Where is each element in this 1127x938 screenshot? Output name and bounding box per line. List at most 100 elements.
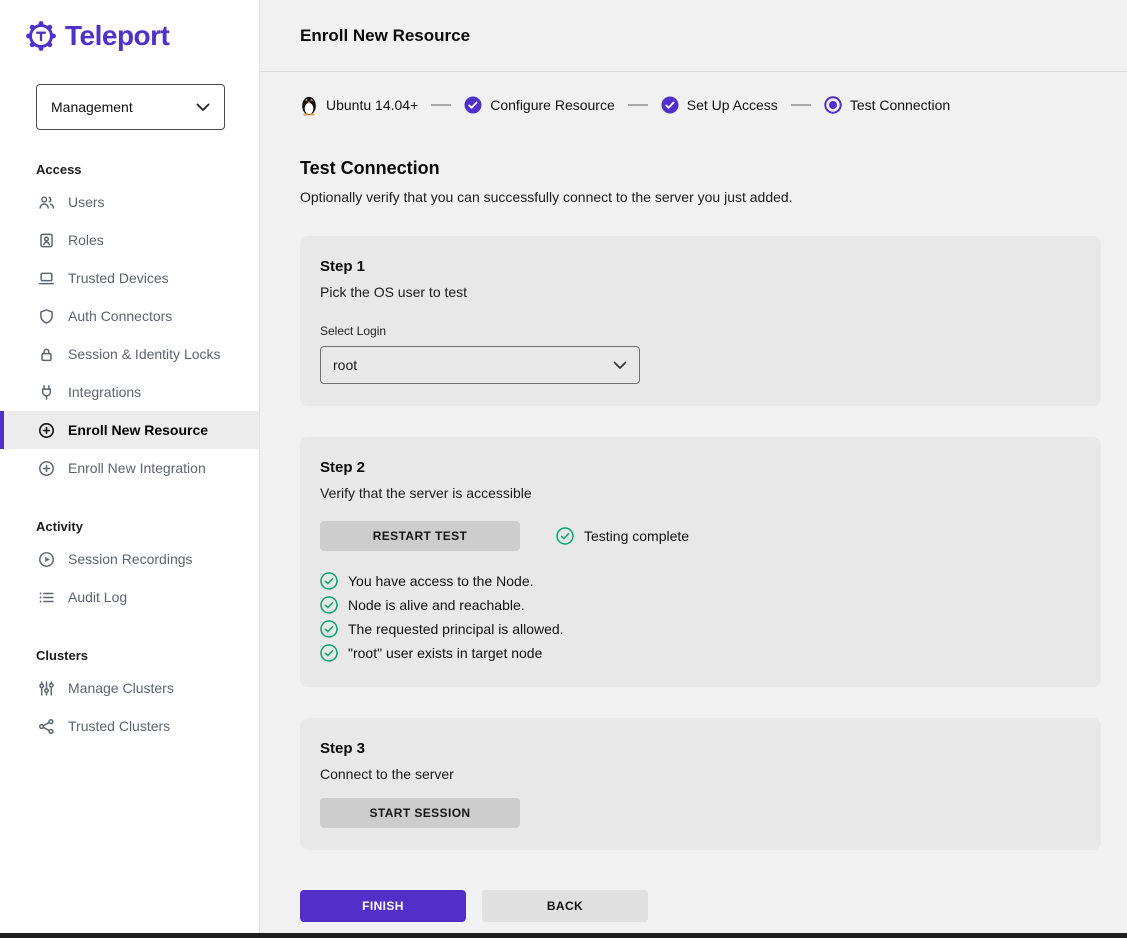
stepper-step-configure-resource: Configure Resource [464,96,615,114]
check-item-label: "root" user exists in target node [348,645,542,661]
step2-card: Step 2 Verify that the server is accessi… [300,437,1101,687]
sidebar-item-label: Audit Log [68,589,127,605]
step2-description: Verify that the server is accessible [320,485,1081,501]
check-item: Node is alive and reachable. [320,593,1081,617]
stepper-connector [628,104,648,106]
sidebar-item-session-recordings[interactable]: Session Recordings [0,540,259,578]
main-panel: Enroll New Resource Ubuntu 14.04+ [260,0,1127,938]
check-item: You have access to the Node. [320,569,1081,593]
section-title-clusters: Clusters [0,648,259,663]
current-step-icon [824,96,842,114]
sidebar-item-label: Session Recordings [68,551,193,567]
page-subtitle: Optionally verify that you can successfu… [300,189,1101,205]
success-check-icon [320,572,338,590]
sidebar-item-trusted-clusters[interactable]: Trusted Clusters [0,707,259,745]
sidebar-item-label: Manage Clusters [68,680,174,696]
step1-title: Step 1 [320,258,1081,275]
select-login-label: Select Login [320,324,1081,338]
resource-os: Ubuntu 14.04+ [300,94,418,116]
stepper-step-test-connection: Test Connection [824,96,950,114]
check-item-label: The requested principal is allowed. [348,621,564,637]
sidebar-item-label: Trusted Clusters [68,718,170,734]
finish-button[interactable]: FINISH [300,890,466,922]
stepper-step-label: Configure Resource [490,97,615,113]
management-dropdown[interactable]: Management [36,84,225,130]
success-check-icon [556,527,574,545]
teleport-logo-icon [26,21,56,51]
sidebar-item-enroll-new-integration[interactable]: Enroll New Integration [0,449,259,487]
back-button[interactable]: BACK [482,890,648,922]
testing-status: Testing complete [556,527,689,545]
sidebar-item-manage-clusters[interactable]: Manage Clusters [0,669,259,707]
activity-nav: Session Recordings Audit Log [0,540,259,616]
sidebar-item-label: Users [68,194,105,210]
step1-card: Step 1 Pick the OS user to test Select L… [300,236,1101,406]
check-item-label: You have access to the Node. [348,573,534,589]
sidebar-item-integrations[interactable]: Integrations [0,373,259,411]
restart-test-button[interactable]: RESTART TEST [320,521,520,551]
sidebar-item-label: Enroll New Resource [68,422,208,438]
stepper-step-label: Test Connection [850,97,950,113]
access-nav: Users Roles Trusted Devices Auth Connect… [0,183,259,487]
sidebar-item-label: Trusted Devices [68,270,169,286]
check-list: You have access to the Node. Node is ali… [320,569,1081,665]
plus-circle-icon [38,460,55,477]
sidebar-item-auth-connectors[interactable]: Auth Connectors [0,297,259,335]
enroll-stepper: Ubuntu 14.04+ Configure Resource Set Up … [300,94,1101,116]
sidebar-item-audit-log[interactable]: Audit Log [0,578,259,616]
bottom-edge-bar [0,933,1127,938]
sidebar-item-label: Enroll New Integration [68,460,206,476]
step3-title: Step 3 [320,740,1081,757]
step3-card: Step 3 Connect to the server START SESSI… [300,718,1101,850]
play-circle-icon [38,551,55,568]
linux-penguin-icon [300,94,318,116]
laptop-icon [38,270,55,287]
check-circle-icon [464,96,482,114]
step2-title: Step 2 [320,459,1081,476]
chevron-down-icon [613,361,627,370]
sidebar-item-session-identity-locks[interactable]: Session & Identity Locks [0,335,259,373]
sidebar-item-label: Roles [68,232,104,248]
page-title: Test Connection [300,158,1101,179]
stepper-connector [791,104,811,106]
check-circle-icon [661,96,679,114]
step3-description: Connect to the server [320,766,1081,782]
check-item: The requested principal is allowed. [320,617,1081,641]
sidebar: Teleport Management Access Users Roles T… [0,0,260,938]
plus-circle-icon [38,422,55,439]
main-header: Enroll New Resource [260,0,1127,72]
stepper-step-label: Set Up Access [687,97,778,113]
teleport-logo[interactable]: Teleport [0,0,259,52]
sidebar-item-enroll-new-resource[interactable]: Enroll New Resource [0,411,259,449]
section-title-activity: Activity [0,519,259,534]
start-session-button[interactable]: START SESSION [320,798,520,828]
sidebar-item-label: Session & Identity Locks [68,346,221,362]
sidebar-item-roles[interactable]: Roles [0,221,259,259]
login-select-value: root [333,357,357,373]
list-icon [38,589,55,606]
stepper-connector [431,104,451,106]
logo-text: Teleport [65,20,169,52]
lock-icon [38,346,55,363]
sidebar-item-trusted-devices[interactable]: Trusted Devices [0,259,259,297]
sidebar-item-label: Auth Connectors [68,308,172,324]
success-check-icon [320,644,338,662]
sidebar-item-label: Integrations [68,384,141,400]
management-dropdown-value: Management [51,99,133,115]
page-header-title: Enroll New Resource [300,26,470,46]
resource-os-label: Ubuntu 14.04+ [326,97,418,113]
success-check-icon [320,620,338,638]
users-icon [38,194,55,211]
content: Ubuntu 14.04+ Configure Resource Set Up … [260,72,1127,922]
wizard-footer: FINISH BACK [300,890,1101,922]
check-item-label: Node is alive and reachable. [348,597,525,613]
sidebar-item-users[interactable]: Users [0,183,259,221]
stepper-step-set-up-access: Set Up Access [661,96,778,114]
sliders-icon [38,680,55,697]
check-item: "root" user exists in target node [320,641,1081,665]
shield-icon [38,308,55,325]
success-check-icon [320,596,338,614]
step1-description: Pick the OS user to test [320,284,1081,300]
login-select[interactable]: root [320,346,640,384]
plug-icon [38,384,55,401]
